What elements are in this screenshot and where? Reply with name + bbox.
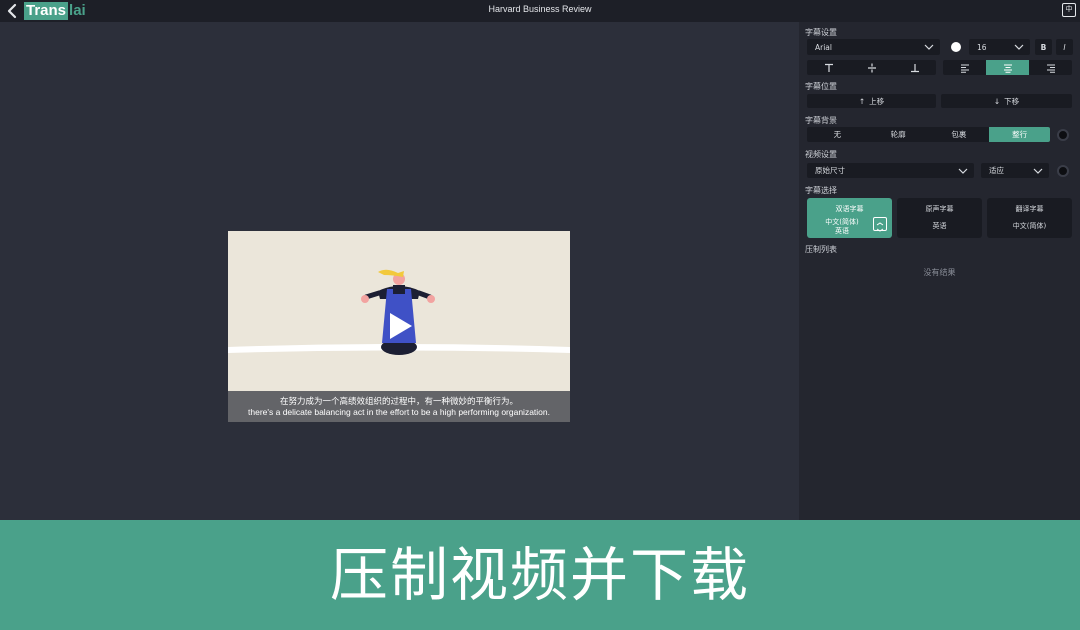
background-color-swatch[interactable] [1057,129,1069,141]
bg-option-wrap[interactable]: 包裹 [929,127,990,142]
swap-icon[interactable] [873,217,887,232]
move-down-button[interactable]: ↓ 下移 [941,94,1072,108]
subtitle-overlay: 在努力成为一个高绩效组织的过程中，有一种微妙的平衡行为。 there's a d… [228,391,570,422]
banner-text: 压制视频并下载 [329,541,750,609]
card-line-1: 中文(简体) [1012,222,1047,230]
original-subtitle-card[interactable]: 原声字幕 英语 [897,198,982,238]
bold-button[interactable]: B [1035,39,1052,55]
video-stage: 在努力成为一个高绩效组织的过程中，有一种微妙的平衡行为。 there's a d… [0,22,799,520]
bg-option-outline[interactable]: 轮廓 [868,127,929,142]
video-size-select[interactable]: 原始尺寸 [807,163,974,178]
arrow-down-icon: ↓ [993,96,1001,106]
align-top-icon [824,63,833,72]
align-left-button[interactable] [943,60,986,75]
font-family-value: Arial [815,42,832,52]
card-title: 原声字幕 [925,205,954,213]
font-size-value: 16 [977,42,987,52]
align-left-icon [960,64,969,73]
align-right-icon [1046,64,1055,73]
font-size-select[interactable]: 16 [969,39,1030,55]
align-center-button[interactable] [986,60,1029,75]
subtitle-english: there's a delicate balancing act in the … [248,407,550,417]
move-up-button[interactable]: ↑ 上移 [807,94,936,108]
settings-panel: 字幕设置 Arial 16 B I 字幕位置 ↑ 上移 ↓ 下移 字幕背景 无 … [799,22,1080,520]
align-bottom-icon [910,63,919,72]
chevron-down-icon [1033,168,1043,174]
promo-banner: 压制视频并下载 [0,520,1080,630]
italic-button[interactable]: I [1056,39,1073,55]
swap-arrows-icon [876,222,884,232]
video-player[interactable]: 在努力成为一个高绩效组织的过程中，有一种微妙的平衡行为。 there's a d… [228,231,570,422]
subtitle-background-title: 字幕背景 [805,116,837,125]
card-line-2: 英语 [835,227,849,235]
font-family-select[interactable]: Arial [807,39,940,55]
translated-subtitle-card[interactable]: 翻译字幕 中文(简体) [987,198,1072,238]
language-toggle-button[interactable]: 中 [1062,3,1076,17]
card-title: 双语字幕 [835,205,864,213]
burn-list-title: 压制列表 [805,245,837,254]
card-line-1: 英语 [932,222,947,230]
subtitle-position-title: 字幕位置 [805,82,837,91]
move-up-label: 上移 [869,96,885,106]
play-icon[interactable] [388,311,414,341]
video-fit-select[interactable]: 适应 [981,163,1049,178]
arrow-up-icon: ↑ [858,96,866,106]
subtitle-settings-title: 字幕设置 [805,28,837,37]
bilingual-subtitle-card[interactable]: 双语字幕 中文(简体) 英语 [807,198,892,238]
video-size-value: 原始尺寸 [815,166,845,175]
align-middle-button[interactable] [850,60,893,75]
card-title: 翻译字幕 [1015,205,1044,213]
align-center-icon [1003,64,1012,73]
font-color-swatch[interactable] [951,42,961,52]
horizontal-align-group [943,60,1072,75]
vertical-align-group [807,60,936,75]
video-fit-value: 适应 [989,166,1004,175]
bg-option-none[interactable]: 无 [807,127,868,142]
video-title: Harvard Business Review [488,4,592,14]
move-down-label: 下移 [1004,96,1020,106]
align-bottom-button[interactable] [893,60,936,75]
video-background-color-swatch[interactable] [1057,165,1069,177]
align-right-button[interactable] [1029,60,1072,75]
empty-state-text: 没有结果 [923,268,956,277]
subtitle-select-title: 字幕选择 [805,186,837,195]
top-bar: Trans lai Harvard Business Review 中 [0,0,1080,22]
align-middle-icon [867,63,876,72]
chevron-down-icon [1014,44,1024,50]
subtitle-background-group: 无 轮廓 包裹 整行 [807,127,1050,142]
chevron-down-icon [924,44,934,50]
align-top-button[interactable] [807,60,850,75]
bg-option-full-line[interactable]: 整行 [989,127,1050,142]
chevron-down-icon [958,168,968,174]
subtitle-chinese: 在努力成为一个高绩效组织的过程中，有一种微妙的平衡行为。 [279,397,518,407]
video-settings-title: 视频设置 [805,150,837,159]
